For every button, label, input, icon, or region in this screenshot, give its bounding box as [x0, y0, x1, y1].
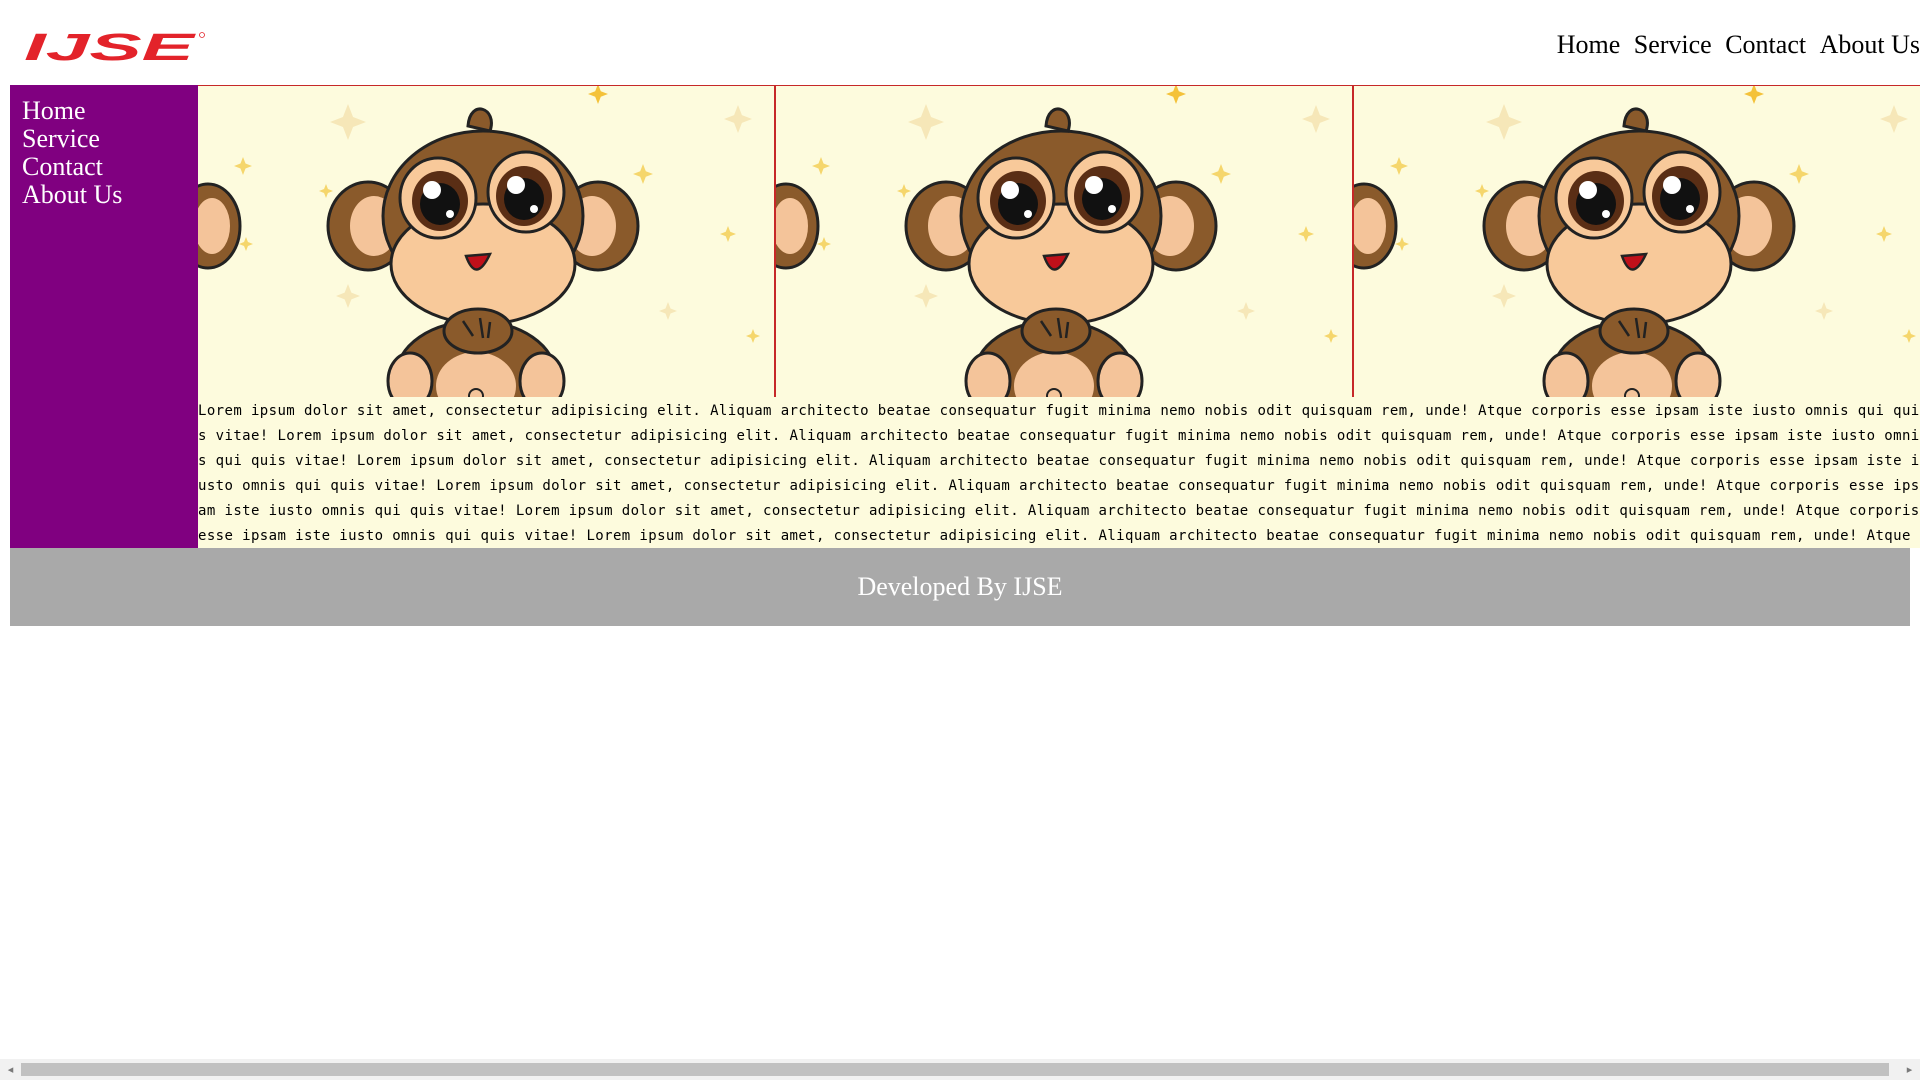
banner-image-tile: [776, 86, 1354, 397]
sidebar-item-contact[interactable]: Contact: [22, 153, 186, 181]
monkey-cartoon-image: [776, 86, 1352, 397]
banner-image-tile: [198, 86, 776, 397]
top-nav-service-link[interactable]: Service: [1634, 30, 1712, 59]
monkey-cartoon-image: [198, 86, 774, 397]
sidebar-item-service[interactable]: Service: [22, 125, 186, 153]
sidebar: Home Service Contact About Us: [10, 85, 198, 548]
footer-text: Developed By IJSE: [857, 572, 1063, 601]
footer: Developed By IJSE: [10, 548, 1910, 626]
monkey-cartoon-image: [1354, 86, 1920, 397]
header: IJSE Home Service Contact About Us: [0, 0, 1920, 85]
scroll-right-arrow-icon[interactable]: ▸: [1899, 1059, 1920, 1080]
sidebar-item-home[interactable]: Home: [22, 97, 186, 125]
sidebar-item-about-us[interactable]: About Us: [22, 181, 186, 209]
scrollbar-thumb[interactable]: [21, 1063, 1889, 1076]
horizontal-scrollbar[interactable]: ◂ ▸: [0, 1059, 1920, 1080]
top-nav-about-us-link[interactable]: About Us: [1820, 30, 1920, 59]
svg-text:IJSE: IJSE: [24, 30, 197, 64]
top-nav: Home Service Contact About Us: [1550, 30, 1920, 60]
top-nav-contact-link[interactable]: Contact: [1725, 30, 1806, 59]
scroll-left-arrow-icon[interactable]: ◂: [0, 1059, 21, 1080]
banner-image-tile: [1354, 86, 1920, 397]
ijse-logo[interactable]: IJSE: [24, 30, 206, 64]
page: IJSE Home Service Contact About Us Home …: [0, 0, 1920, 1080]
banner: [198, 85, 1920, 397]
article-text: Lorem ipsum dolor sit amet, consectetur …: [198, 403, 1920, 544]
top-nav-home-link[interactable]: Home: [1557, 30, 1621, 59]
article: Lorem ipsum dolor sit amet, consectetur …: [198, 397, 1920, 548]
